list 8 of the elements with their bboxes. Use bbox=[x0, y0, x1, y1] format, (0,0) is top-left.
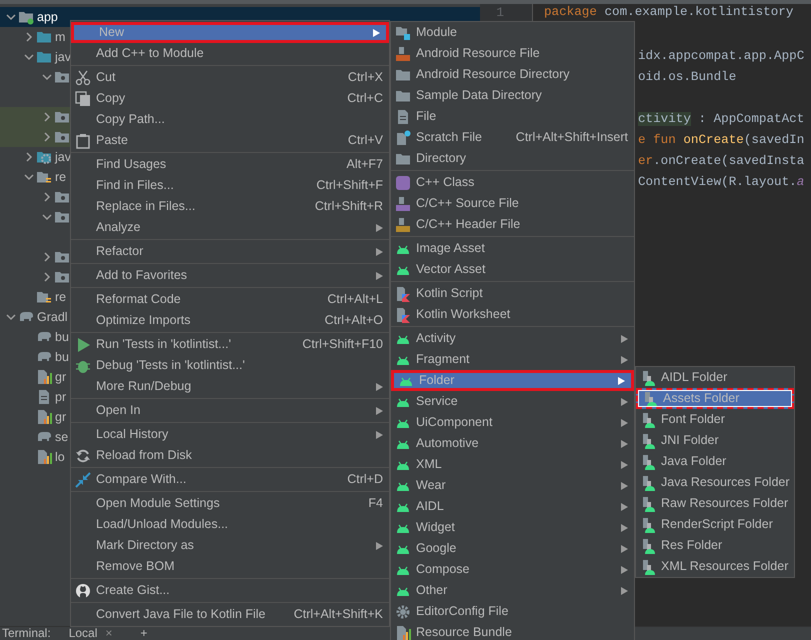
code-line: ContentView(R.layout.a bbox=[638, 174, 804, 191]
code-line: package com.example.kotlintistory bbox=[544, 4, 794, 21]
code-line: ctivity : AppCompatAct bbox=[638, 111, 804, 128]
tool-window-title: Terminal: bbox=[2, 627, 51, 640]
code-line: er.onCreate(savedInsta bbox=[638, 153, 804, 170]
code-line: e fun onCreate(savedIn bbox=[638, 132, 804, 149]
code-line: oid.os.Bundle bbox=[638, 69, 736, 86]
code-line: idx.appcompat.app.AppC bbox=[638, 48, 804, 65]
